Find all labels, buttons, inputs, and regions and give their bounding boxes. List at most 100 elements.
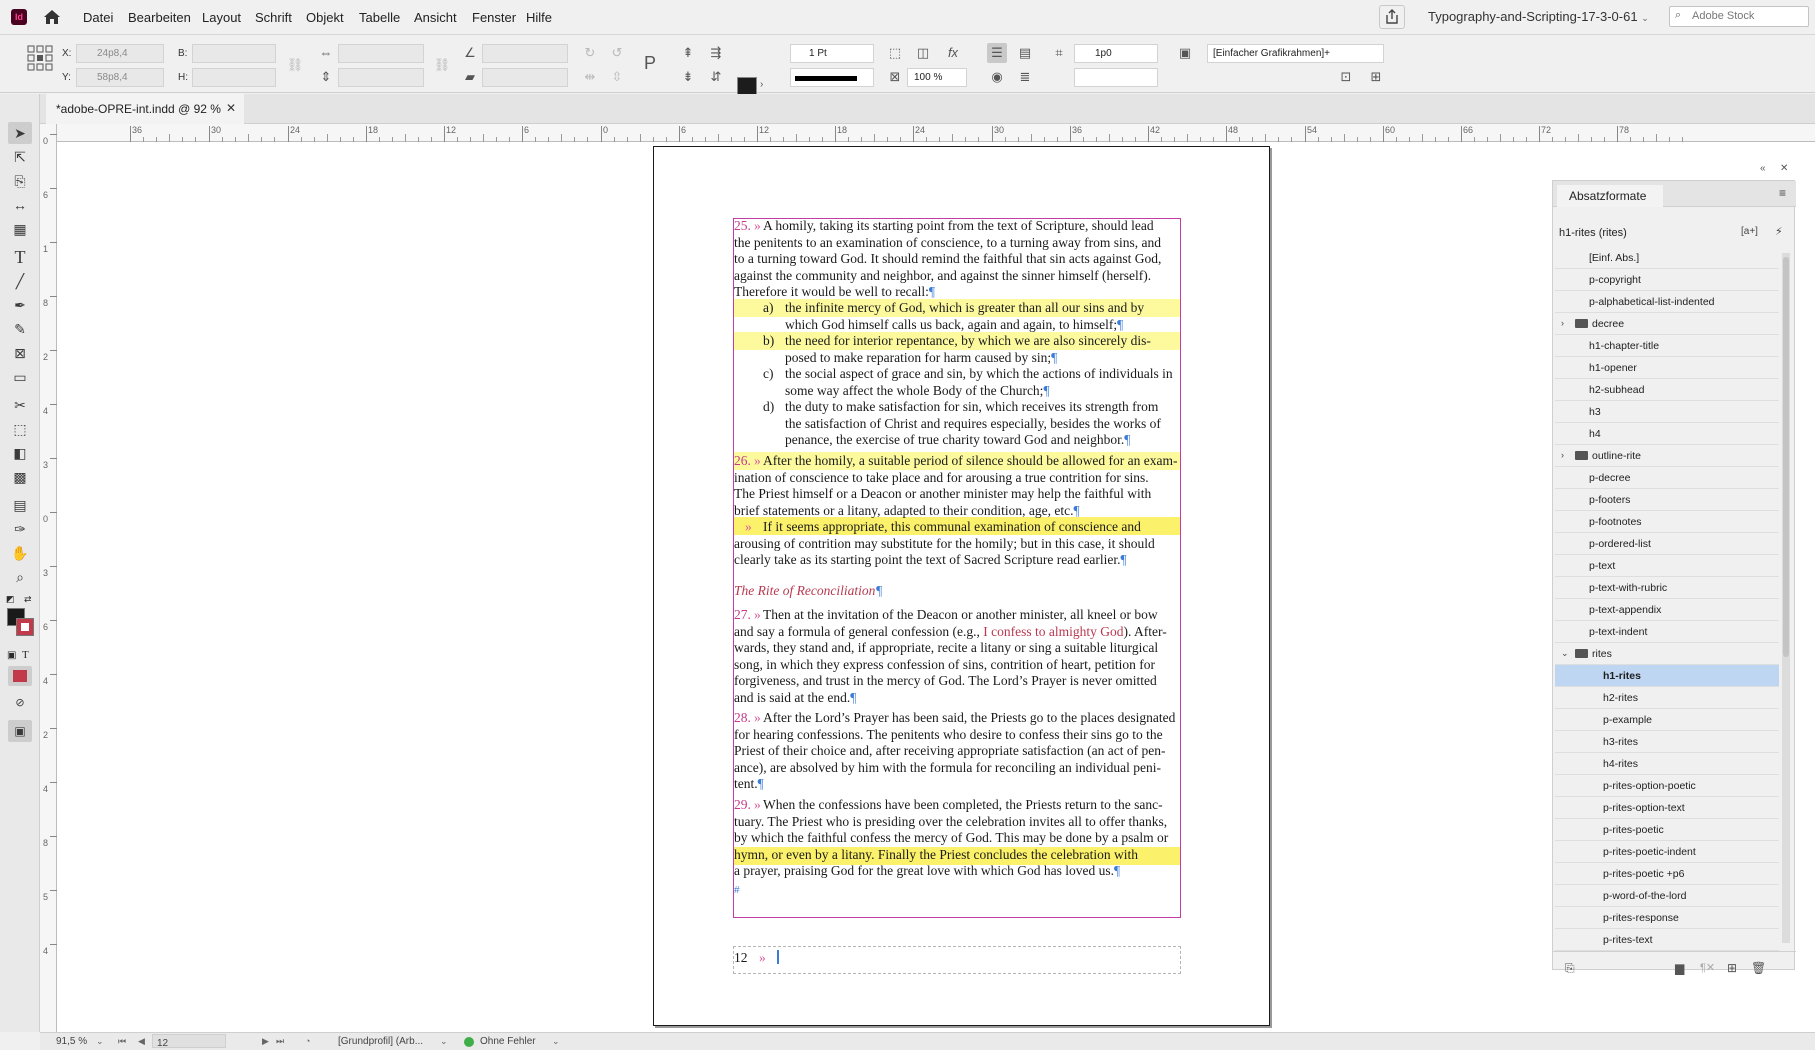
eyedropper-tool-icon[interactable]: ✑	[8, 518, 32, 540]
share-button[interactable]	[1379, 5, 1405, 29]
style-item-h2-rites[interactable]: h2-rites	[1555, 687, 1779, 709]
page-tool-icon[interactable]: ⎘	[8, 170, 32, 192]
path-text-icon[interactable]: P	[640, 53, 660, 73]
scrollbar-thumb[interactable]	[1783, 257, 1789, 657]
panel-collapse-bar[interactable]: « ✕	[1552, 163, 1795, 178]
style-item-p-text-with-rubric[interactable]: p-text-with-rubric	[1555, 577, 1779, 599]
line-tool-icon[interactable]: ╱	[8, 270, 32, 292]
effects-icon[interactable]: fx	[943, 43, 963, 63]
formatting-container-icon[interactable]: ▣	[7, 650, 16, 661]
load-styles-icon[interactable]: ⎘	[1565, 961, 1575, 976]
new-style-icon[interactable]: ⊞	[1727, 961, 1737, 975]
style-item-h4[interactable]: h4	[1555, 423, 1779, 445]
menu-tabelle[interactable]: Tabelle	[359, 10, 400, 25]
select-next-object-icon[interactable]: ⇶	[706, 43, 726, 63]
color-dropdown[interactable]	[1074, 68, 1158, 87]
object-style-dropdown[interactable]: [Einfacher Grafikrahmen]+	[1207, 44, 1384, 63]
collapse-icon[interactable]: «	[1760, 163, 1766, 174]
y-field[interactable]: 58p8,4	[76, 68, 164, 87]
chevron-right-icon[interactable]: ›	[1561, 450, 1564, 460]
clear-overrides-icon[interactable]: ¶✕	[1700, 961, 1715, 974]
style-group-decree[interactable]: › decree	[1555, 313, 1779, 335]
scale-percent-field[interactable]: 100 %	[907, 68, 967, 87]
style-item-p-ordered-list[interactable]: p-ordered-list	[1555, 533, 1779, 555]
gap-tool-icon[interactable]: ↔	[8, 194, 32, 216]
free-transform-tool-icon[interactable]: ⬚	[8, 418, 32, 440]
new-style-from-selection-icon[interactable]: [a+]	[1741, 226, 1758, 237]
chevron-down-icon[interactable]: ⌄	[1561, 648, 1569, 659]
style-item-p-copyright[interactable]: p-copyright	[1555, 269, 1779, 291]
style-item-[Einf. Abs.][interactable]: [Einf. Abs.]	[1555, 247, 1779, 269]
style-group-outline-rite[interactable]: › outline-rite	[1555, 445, 1779, 467]
pen-tool-icon[interactable]: ✒	[8, 294, 32, 316]
horizontal-ruler[interactable]: 36 30 24 18 12 6 0 6 12 18 24 30 36 42 48 54 60 66 72 78	[57, 124, 1815, 142]
zoom-tool-icon[interactable]: ⌕	[8, 566, 32, 588]
constrain-scale-icon[interactable]: ⛓	[432, 55, 452, 75]
profile-label[interactable]: [Grundprofil] (Arb...	[338, 1036, 423, 1047]
next-page-icon[interactable]: ▶	[262, 1036, 269, 1047]
preflight-chevron-icon[interactable]: ⌄	[552, 1036, 560, 1047]
style-item-p-rites-option-poetic[interactable]: p-rites-option-poetic	[1555, 775, 1779, 797]
select-content-icon[interactable]: ⇟	[678, 67, 698, 87]
scale-y-field[interactable]	[338, 68, 424, 87]
fill-chevron-icon[interactable]: ›	[760, 79, 763, 90]
reference-point-icon[interactable]	[27, 45, 53, 71]
adobe-stock-search[interactable]: ⌕ Adobe Stock	[1669, 6, 1809, 27]
style-item-h2-subhead[interactable]: h2-subhead	[1555, 379, 1779, 401]
first-page-icon[interactable]: ⏮	[118, 1036, 126, 1047]
text-wrap-jump-icon[interactable]: ≣	[1015, 67, 1035, 87]
note-tool-icon[interactable]: ▤	[8, 494, 32, 516]
spacing-field[interactable]: 1p0	[1074, 44, 1158, 63]
gradient-swatch-tool-icon[interactable]: ◧	[8, 442, 32, 464]
zoom-level[interactable]: 91,5 %	[56, 1036, 87, 1047]
swap-colors-icon[interactable]: ⇄	[24, 594, 32, 605]
menu-objekt[interactable]: Objekt	[306, 10, 344, 25]
text-wrap-shape-icon[interactable]: ◉	[987, 67, 1007, 87]
stroke-type-dropdown[interactable]	[790, 68, 874, 87]
home-icon[interactable]	[41, 8, 63, 26]
menu-ansicht[interactable]: Ansicht	[414, 10, 457, 25]
x-field[interactable]: 24p8,4	[76, 44, 164, 63]
menu-layout[interactable]: Layout	[202, 10, 241, 25]
gradient-feather-tool-icon[interactable]: ▩	[8, 466, 32, 488]
formatting-text-icon[interactable]: T	[22, 649, 29, 661]
text-wrap-none-icon[interactable]: ☰	[987, 43, 1007, 63]
rotate-counterclockwise-icon[interactable]: ↺	[607, 43, 627, 63]
page-number-field[interactable]: 12	[152, 1034, 226, 1049]
menu-hilfe[interactable]: Hilfe	[526, 10, 552, 25]
content-collector-icon[interactable]: ▦	[8, 218, 32, 240]
auto-fit-icon[interactable]: ⊞	[1366, 67, 1386, 87]
select-previous-object-icon[interactable]: ⇵	[706, 67, 726, 87]
preflight-label[interactable]: Ohne Fehler	[480, 1036, 536, 1047]
style-item-p-rites-poetic +p6[interactable]: p-rites-poetic +p6	[1555, 863, 1779, 885]
text-wrap-bbox-icon[interactable]: ▤	[1015, 43, 1035, 63]
style-item-p-rites-response[interactable]: p-rites-response	[1555, 907, 1779, 929]
zoom-chevron-icon[interactable]: ⌄	[96, 1036, 104, 1047]
page-thumbnail-icon[interactable]: ◔	[305, 1036, 310, 1046]
style-item-p-text-indent[interactable]: p-text-indent	[1555, 621, 1779, 643]
pencil-tool-icon[interactable]: ✎	[8, 318, 32, 340]
width-field[interactable]	[192, 44, 276, 63]
fit-content-icon[interactable]: ◫	[913, 43, 933, 63]
tab-document[interactable]: *adobe-OPRE-int.indd @ 92 % ✕	[46, 94, 244, 124]
style-item-h1-opener[interactable]: h1-opener	[1555, 357, 1779, 379]
menu-datei[interactable]: Datei	[83, 10, 113, 25]
previous-page-icon[interactable]: ◀	[138, 1036, 145, 1047]
style-item-p-rites-poetic[interactable]: p-rites-poetic	[1555, 819, 1779, 841]
panel-tab[interactable]: Absatzformate	[1557, 185, 1663, 207]
style-item-h1-rites[interactable]: h1-rites	[1555, 665, 1779, 687]
menu-fenster[interactable]: Fenster	[472, 10, 516, 25]
style-item-p-rites-option-text[interactable]: p-rites-option-text	[1555, 797, 1779, 819]
trash-icon[interactable]: 🗑	[1751, 961, 1766, 975]
constrain-proportions-icon[interactable]: ⛓	[285, 55, 305, 75]
close-icon[interactable]: ✕	[226, 101, 236, 115]
chevron-right-icon[interactable]: ›	[1561, 318, 1564, 328]
panel-menu-icon[interactable]: ≡	[1779, 186, 1786, 200]
style-item-p-rites-text[interactable]: p-rites-text	[1555, 929, 1779, 951]
profile-chevron-icon[interactable]: ⌄	[440, 1036, 448, 1047]
style-item-h4-rites[interactable]: h4-rites	[1555, 753, 1779, 775]
vertical-ruler[interactable]: 0 6 1 8 2 4 3 0 3 6 4 2 4 8 5 4	[40, 124, 57, 1032]
shear-field[interactable]	[482, 68, 568, 87]
apply-color-button[interactable]	[8, 666, 32, 686]
menu-schrift[interactable]: Schrift	[255, 10, 292, 25]
